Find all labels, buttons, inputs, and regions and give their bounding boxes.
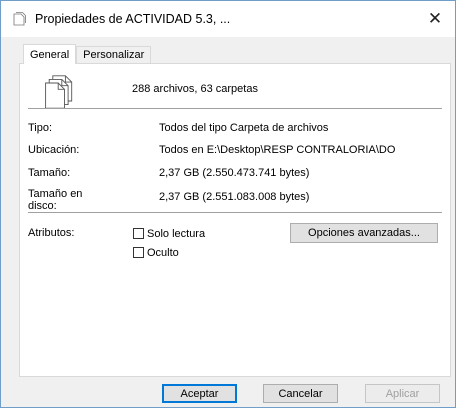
- tab-strip: General Personalizar: [23, 43, 152, 64]
- cancel-label: Cancelar: [278, 387, 323, 400]
- item-count: 288 archivos, 63 carpetas: [132, 83, 258, 95]
- size-on-disk-label: Tamaño en disco:: [28, 188, 83, 212]
- read-only-label: Solo lectura: [147, 228, 206, 240]
- apply-button[interactable]: Aplicar: [365, 384, 440, 403]
- ok-button[interactable]: Aceptar: [162, 384, 237, 403]
- divider: [28, 212, 442, 213]
- type-value: Todos del tipo Carpeta de archivos: [159, 122, 329, 134]
- hidden-label: Oculto: [147, 247, 179, 259]
- location-value: Todos en E:\Desktop\RESP CONTRALORIA\DO: [159, 144, 396, 156]
- ok-label: Aceptar: [180, 387, 219, 400]
- close-button[interactable]: ✕: [415, 1, 455, 37]
- type-label: Tipo:: [28, 122, 53, 134]
- size-label: Tamaño:: [28, 167, 71, 179]
- location-label: Ubicación:: [28, 144, 80, 156]
- cancel-button[interactable]: Cancelar: [263, 384, 338, 403]
- apply-label: Aplicar: [385, 387, 420, 400]
- advanced-options-button[interactable]: Opciones avanzadas...: [290, 223, 438, 243]
- hidden-checkbox[interactable]: [133, 247, 144, 258]
- size-value: 2,37 GB (2.550.473.741 bytes): [159, 167, 310, 179]
- close-icon: ✕: [427, 9, 443, 28]
- general-panel: 288 archivos, 63 carpetas Tipo: Todos de…: [19, 63, 451, 377]
- files-stack-icon: [13, 12, 26, 26]
- advanced-options-label: Opciones avanzadas...: [308, 227, 420, 239]
- tab-general[interactable]: General: [23, 44, 77, 64]
- title-bar: Propiedades de ACTIVIDAD 5.3, ... ✕: [1, 1, 455, 37]
- read-only-checkbox[interactable]: [133, 228, 144, 239]
- window-title: Propiedades de ACTIVIDAD 5.3, ...: [35, 12, 231, 26]
- files-stack-icon: [45, 75, 73, 109]
- attributes-label: Atributos:: [28, 227, 75, 239]
- size-on-disk-value: 2,37 GB (2.551.083.008 bytes): [159, 191, 310, 203]
- tab-personalizar[interactable]: Personalizar: [76, 46, 152, 64]
- properties-dialog: Propiedades de ACTIVIDAD 5.3, ... ✕ Gene…: [0, 0, 456, 408]
- divider: [28, 108, 442, 109]
